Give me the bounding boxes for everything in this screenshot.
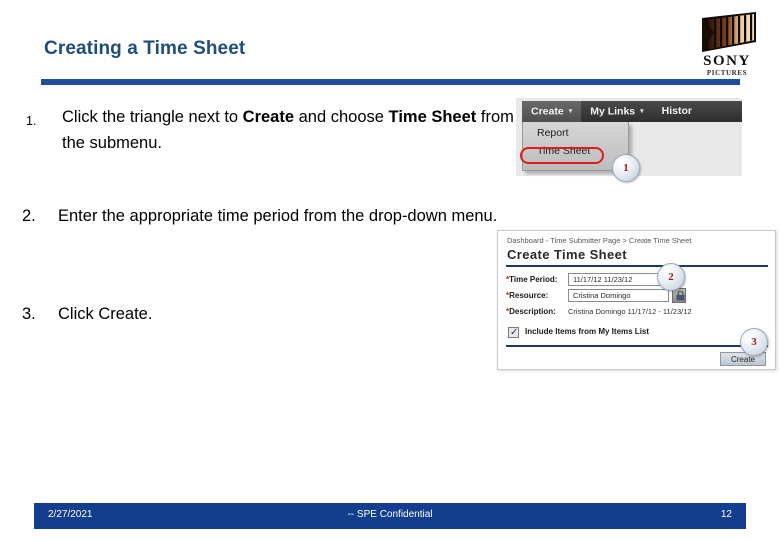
menu-item-my-links[interactable]: My Links ▾ — [581, 101, 652, 122]
form-title: Create Time Sheet — [507, 247, 627, 262]
callout-badge-3: 3 — [740, 328, 768, 356]
step-text: Click the triangle next to Create and ch… — [62, 104, 522, 156]
highlight-annotation-time-sheet — [520, 147, 604, 164]
dropdown-item-report[interactable]: Report — [537, 127, 569, 139]
step-number: 3. — [22, 305, 36, 323]
time-period-select[interactable]: 11/17/12 11/23/12 ▼ — [568, 273, 669, 286]
time-period-label-text: Time Period: — [509, 275, 558, 284]
include-items-label: Include Items from My Items List — [525, 327, 650, 336]
title-divider — [41, 79, 740, 85]
include-items-checkbox[interactable]: ✓ — [508, 327, 519, 338]
step-text: Click Create. — [58, 305, 153, 323]
step1-bold-create: Create — [242, 108, 295, 126]
step-number: 1. — [26, 114, 37, 128]
time-period-value: 11/17/12 11/23/12 — [573, 275, 633, 284]
form-divider-bottom — [506, 345, 768, 347]
step1-text-before: Click the triangle next to — [62, 108, 243, 126]
menu-item-create[interactable]: Create ▾ — [522, 101, 582, 122]
step-number: 2. — [22, 207, 36, 225]
description-label-text: Description: — [509, 307, 556, 316]
footer-confidential: -- SPE Confidential — [347, 509, 433, 520]
check-icon: ✓ — [510, 327, 519, 338]
callout-badge-2: 2 — [657, 263, 685, 291]
list-item: 2. Enter the appropriate time period fro… — [22, 203, 497, 259]
list-item: 3. Click Create. — [22, 301, 492, 331]
form-divider-top — [506, 265, 768, 267]
menu-item-my-links-label: My Links — [590, 105, 636, 118]
sony-columns-icon — [694, 12, 760, 54]
app-menubar: Create ▾ My Links ▾ Histor — [522, 101, 742, 122]
resource-value: Cristina Domingo — [573, 291, 631, 300]
resource-label: *Resource: — [506, 291, 548, 300]
slide-footer: 2/27/2021 -- SPE Confidential 12 — [34, 503, 746, 529]
step1-text-mid: and choose — [294, 108, 389, 126]
step-text: Enter the appropriate time period from t… — [58, 207, 498, 225]
form-row-description: *Description: Cristina Domingo 11/17/12 … — [506, 307, 766, 320]
step1-bold-timesheet: Time Sheet — [388, 108, 477, 126]
menu-item-history-label: Histor — [661, 105, 692, 117]
resource-label-text: Resource: — [509, 291, 549, 300]
sony-wordmark: SONY — [703, 53, 751, 69]
description-label: *Description: — [506, 307, 556, 316]
chevron-down-icon: ▾ — [640, 107, 644, 115]
menu-item-create-label: Create — [531, 105, 564, 118]
form-row-time-period: *Time Period: 11/17/12 11/23/12 ▼ — [506, 273, 766, 288]
resource-input[interactable]: Cristina Domingo — [568, 289, 669, 302]
callout-badge-1: 1 — [612, 154, 640, 182]
slide-canvas: SONY PICTURES Creating a Time Sheet 1. C… — [0, 0, 780, 540]
menu-item-history[interactable]: Histor — [653, 101, 701, 122]
screenshot-create-time-sheet-form: Dashboard - Time Submitter Page > Create… — [497, 230, 776, 370]
chevron-down-icon: ▾ — [568, 107, 573, 115]
pictures-wordmark: PICTURES — [706, 69, 748, 77]
description-value: Cristina Domingo 11/17/12 - 11/23/12 — [568, 307, 692, 316]
list-item: 1. Click the triangle next to Create and… — [26, 104, 514, 160]
footer-page-number: 12 — [720, 509, 732, 520]
page-title: Creating a Time Sheet — [44, 38, 246, 59]
breadcrumb: Dashboard - Time Submitter Page > Create… — [507, 236, 692, 245]
sony-pictures-logo: SONY PICTURES — [688, 12, 766, 80]
form-row-resource: *Resource: Cristina Domingo — [506, 288, 766, 304]
time-period-label: *Time Period: — [506, 275, 557, 284]
